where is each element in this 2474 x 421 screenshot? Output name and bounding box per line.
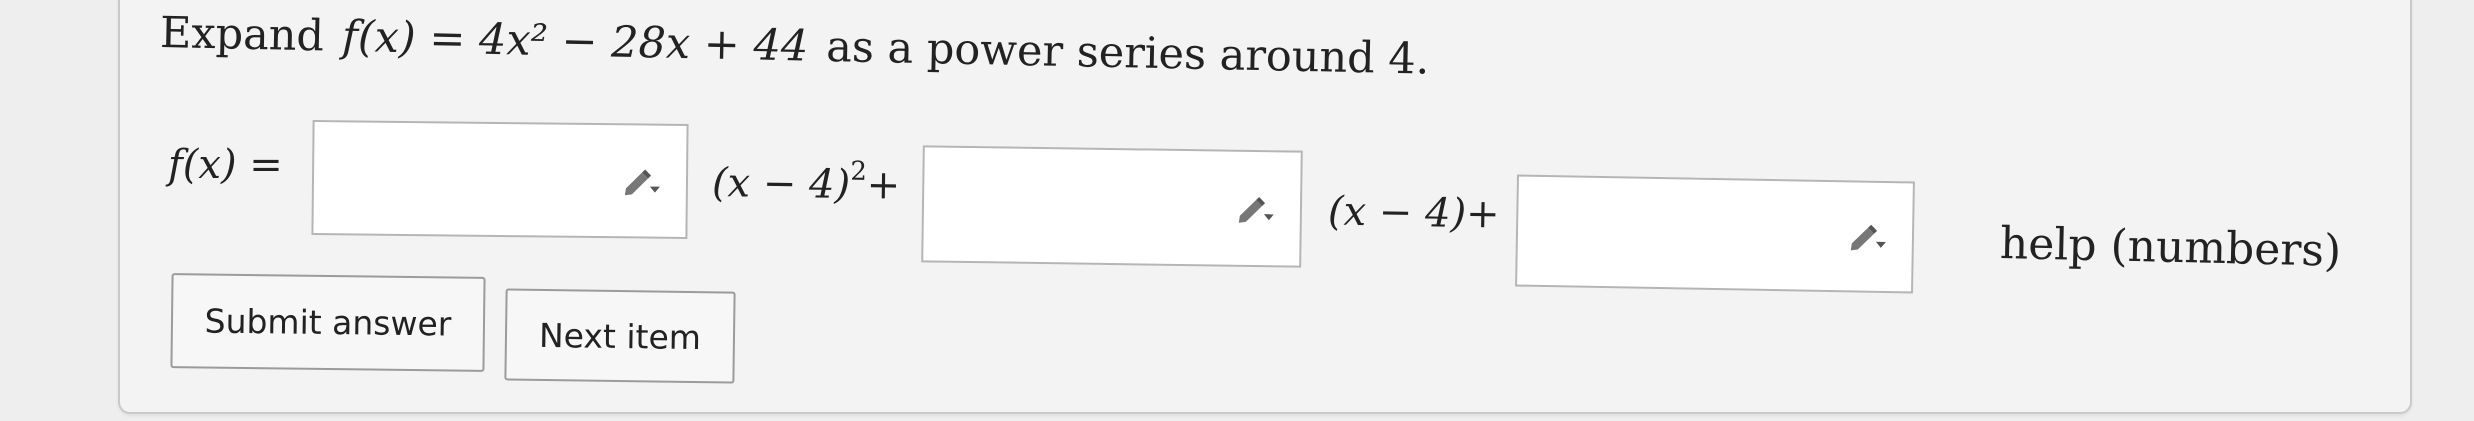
question-prefix: Expand	[159, 8, 325, 62]
function-expression: f(x) = 4x² − 28x + 44	[341, 11, 809, 72]
pencil-dropdown-icon[interactable]	[1848, 221, 1889, 252]
pencil-dropdown-icon[interactable]	[1236, 193, 1276, 224]
help-numbers-link[interactable]: help (numbers)	[1999, 218, 2341, 277]
pencil-dropdown-icon[interactable]	[622, 166, 662, 196]
submit-answer-button[interactable]: Submit answer	[170, 273, 486, 372]
next-item-button[interactable]: Next item	[504, 288, 736, 384]
answer-input-3[interactable]	[1517, 176, 1835, 291]
term-1-exponent: 2	[850, 156, 868, 187]
term-2-plus: +	[1465, 190, 1501, 238]
answer-input-1[interactable]	[313, 122, 613, 237]
term-1-plus: +	[866, 162, 901, 209]
term-2-base: (x − 4)	[1327, 188, 1467, 237]
answer-input-2[interactable]	[923, 147, 1226, 265]
answer-box-1[interactable]	[311, 120, 689, 239]
term-1-base: (x − 4)	[711, 160, 851, 208]
term-x-minus-4-squared: (x − 4)2+	[711, 156, 901, 209]
term-x-minus-4: (x − 4)+	[1328, 189, 1500, 238]
answer-lhs: f(x) =	[168, 142, 283, 188]
answer-box-2[interactable]	[921, 145, 1303, 268]
answer-box-3[interactable]	[1515, 174, 1915, 294]
